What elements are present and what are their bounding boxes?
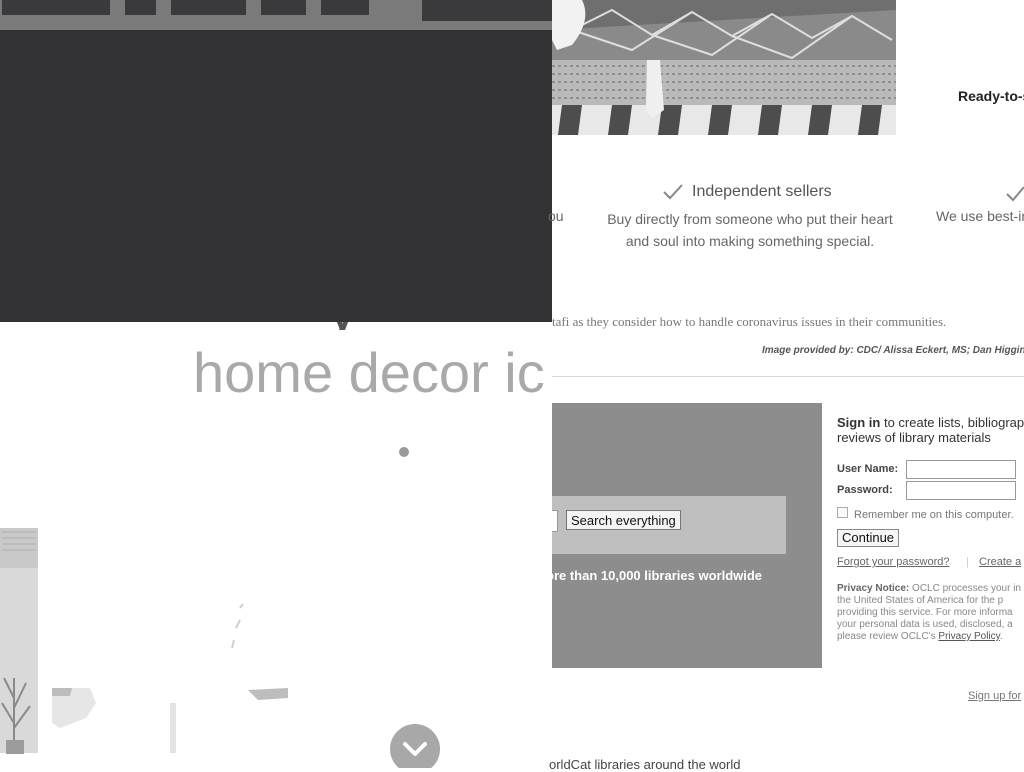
feature-desc-fragment: ou (548, 208, 564, 224)
privacy-end: . (999, 631, 1003, 642)
create-account-link[interactable]: Create a (979, 556, 1021, 568)
remember-me-checkbox[interactable] (837, 507, 848, 518)
carousel-dot[interactable] (399, 447, 409, 457)
product-photo (552, 0, 896, 135)
nav-item[interactable] (321, 0, 369, 15)
forgot-password-link[interactable]: Forgot your password? (837, 556, 950, 568)
remember-me-label: Remember me on this computer. (854, 509, 1014, 521)
nav-item[interactable] (2, 0, 110, 15)
scroll-down-button[interactable] (390, 724, 440, 768)
continue-button[interactable]: Continue (837, 529, 900, 547)
nav-item[interactable] (171, 0, 246, 15)
modal-overlay (0, 30, 552, 322)
signup-link[interactable]: Sign up for (968, 690, 1021, 702)
check-icon (663, 184, 683, 200)
hero-tagline: ore than 10,000 libraries worldwide (546, 568, 763, 583)
page-heading: home decor ic (193, 341, 545, 404)
chevron-down-icon (403, 742, 427, 756)
search-input[interactable] (552, 510, 558, 532)
feature-description: We use best-ir (936, 208, 1024, 224)
home-decor-window: y home decor ic (0, 0, 552, 768)
nav-item[interactable] (125, 0, 156, 15)
password-field[interactable] (906, 481, 1016, 500)
feature-independent-sellers: Independent sellers (662, 183, 832, 201)
image-credit: Image provided by: CDC/ Alissa Eckert, M… (762, 345, 1024, 356)
nav-item[interactable] (261, 0, 306, 15)
section-heading-fragment: orldCat libraries around the world (549, 757, 741, 772)
room-illustration (0, 528, 288, 754)
feature-title: Independent sellers (692, 183, 832, 200)
privacy-label: Privacy Notice: (837, 583, 910, 594)
privacy-notice: Privacy Notice: OCLC processes your in t… (837, 583, 1024, 643)
article-text: tafi as they consider how to handle coro… (552, 314, 947, 329)
nav-search-area[interactable] (422, 0, 552, 21)
link-separator: | (966, 556, 969, 568)
divider (552, 376, 1024, 377)
top-nav-bar (0, 0, 552, 30)
username-field[interactable] (906, 460, 1016, 479)
username-label: User Name: (837, 463, 899, 475)
signin-intro: Sign in to create lists, bibliograp revi… (837, 415, 1024, 445)
feature-description: Buy directly from someone who put their … (607, 211, 893, 249)
check-icon (1006, 186, 1024, 202)
feature-title: Ready-to-s (958, 88, 1024, 104)
signin-link[interactable]: Sign in (837, 415, 880, 430)
search-everything-button[interactable]: Search everything (566, 510, 681, 530)
password-label: Password: (837, 484, 893, 496)
privacy-policy-link[interactable]: Privacy Policy (938, 631, 1000, 642)
